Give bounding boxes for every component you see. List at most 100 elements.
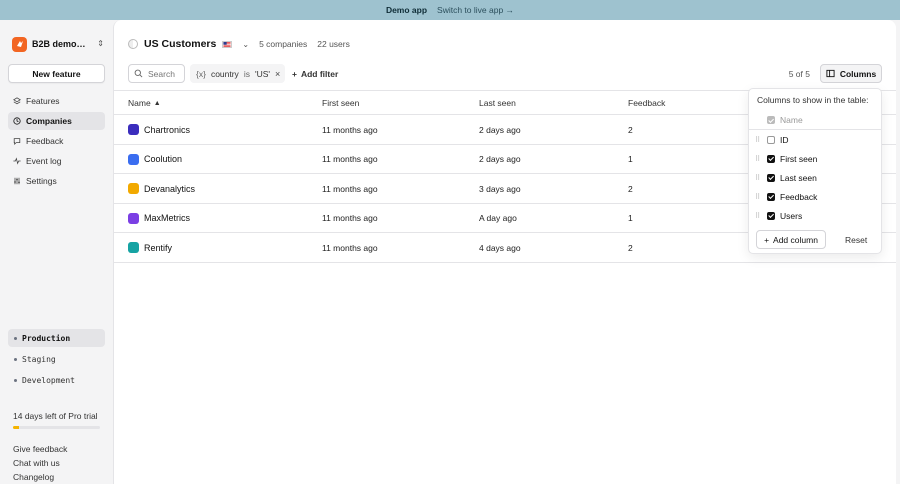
add-filter-button[interactable]: + Add filter (292, 64, 338, 83)
result-count: 5 of 5 (788, 68, 810, 79)
drag-handle-icon[interactable]: ⠿ (755, 136, 762, 144)
sidebar-item-feedback[interactable]: Feedback (8, 132, 105, 150)
drag-handle-icon[interactable]: ⠿ (755, 212, 762, 220)
cell-name: Devanalytics (128, 174, 195, 203)
column-option-users[interactable]: ⠿ Users (749, 206, 881, 225)
checkbox (767, 116, 775, 124)
env-dot-icon (14, 378, 17, 382)
braces-icon: {x} (196, 68, 206, 79)
env-development[interactable]: Development (8, 371, 105, 389)
cell-first-seen: 11 months ago (322, 154, 378, 164)
env-dot-icon (14, 336, 17, 340)
sidebar-nav: Features Companies Feedback Event log Se… (8, 92, 105, 192)
search-placeholder: Search (148, 68, 175, 79)
checkbox[interactable] (767, 173, 775, 182)
close-icon[interactable]: × (275, 69, 280, 79)
users-count: 22 users (317, 39, 350, 49)
cell-name: MaxMetrics (128, 204, 190, 233)
cell-first-seen: 11 months ago (322, 124, 378, 135)
column-header-feedback[interactable]: Feedback (628, 91, 665, 115)
add-filter-label: Add filter (300, 68, 339, 79)
cell-feedback: 1 (628, 213, 633, 223)
column-option-id[interactable]: ⠿ ID (749, 130, 881, 149)
search-input[interactable]: Search (128, 64, 185, 83)
cell-first-seen: 11 months ago (322, 213, 378, 223)
reset-button[interactable]: Reset (845, 230, 867, 249)
cell-first-seen: 11 months ago (322, 242, 378, 253)
cell-feedback: 2 (628, 124, 633, 135)
segment-header: US Customers ⌄ 5 companies 22 users (128, 37, 350, 51)
cell-first-seen: 11 months ago (322, 183, 378, 194)
env-dot-icon (14, 357, 17, 361)
sidebar-footer: Give feedback Chat with us Changelog (13, 442, 67, 484)
new-feature-button[interactable]: New feature (8, 64, 105, 83)
columns-button[interactable]: Columns (820, 64, 882, 83)
checkbox[interactable] (767, 135, 775, 144)
sidebar-item-label: Features (26, 96, 60, 106)
companies-count: 5 companies (259, 39, 308, 49)
column-option-label: First seen (780, 153, 818, 164)
company-name: Chartronics (144, 124, 191, 135)
company-logo-icon (128, 124, 139, 135)
column-header-last-seen[interactable]: Last seen (479, 91, 516, 115)
sidebar-item-label: Settings (26, 176, 57, 186)
cell-last-seen: 2 days ago (479, 154, 521, 164)
columns-popover: Columns to show in the table: Name ⠿ ID ⠿ F… (748, 88, 882, 254)
add-column-button[interactable]: + Add column (756, 230, 826, 249)
column-option-label: Name (780, 115, 803, 125)
column-option-label: Last seen (780, 172, 817, 183)
chevron-down-icon[interactable]: ⌄ (242, 40, 249, 49)
us-flag-icon (222, 40, 233, 48)
env-production[interactable]: Production (8, 329, 105, 347)
changelog-link[interactable]: Changelog (13, 470, 67, 484)
sidebar-item-companies[interactable]: Companies (8, 112, 105, 130)
cell-last-seen: A day ago (479, 213, 517, 223)
trial-progress-fill (13, 426, 20, 429)
sidebar-item-label: Event log (26, 156, 62, 166)
layers-icon (13, 97, 21, 105)
sidebar-item-settings[interactable]: Settings (8, 172, 105, 190)
segment-icon (128, 39, 138, 49)
switch-to-live-link[interactable]: Switch to live app → (437, 5, 514, 15)
filter-chip[interactable]: {x} country is 'US' × (190, 64, 285, 83)
segment-title[interactable]: US Customers (144, 38, 216, 50)
activity-icon (13, 157, 21, 165)
search-icon (134, 69, 143, 78)
drag-handle-icon[interactable]: ⠿ (755, 155, 762, 163)
plus-icon: + (764, 234, 770, 245)
drag-handle-icon[interactable]: ⠿ (755, 193, 762, 201)
app-switcher[interactable]: B2B demo a… ⇕ (12, 36, 104, 52)
column-option-last-seen[interactable]: ⠿ Last seen (749, 168, 881, 187)
column-option-feedback[interactable]: ⠿ Feedback (749, 187, 881, 206)
env-label: Production (22, 333, 71, 343)
filter-value: 'US' (254, 68, 271, 79)
sidebar-item-features[interactable]: Features (8, 92, 105, 110)
sidebar: B2B demo a… ⇕ New feature Features Compa… (0, 20, 113, 484)
cell-name: Rentify (128, 233, 172, 262)
column-option-first-seen[interactable]: ⠿ First seen (749, 149, 881, 168)
drag-handle-icon[interactable]: ⠿ (755, 174, 762, 182)
checkbox[interactable] (767, 211, 775, 220)
company-logo-icon (128, 242, 139, 253)
give-feedback-link[interactable]: Give feedback (13, 442, 67, 456)
clock-icon (13, 117, 21, 125)
env-staging[interactable]: Staging (8, 350, 105, 368)
sidebar-item-label: Companies (26, 116, 72, 126)
checkbox[interactable] (767, 192, 775, 201)
column-header-first-seen[interactable]: First seen (322, 91, 359, 115)
sidebar-item-event-log[interactable]: Event log (8, 152, 105, 170)
column-option-label: Users (780, 210, 803, 221)
column-option-name: Name (749, 111, 881, 130)
chat-with-us-link[interactable]: Chat with us (13, 456, 67, 470)
cell-name: Chartronics (128, 115, 190, 144)
columns-icon (826, 69, 835, 78)
cell-feedback: 2 (628, 242, 633, 253)
columns-label: Columns (839, 68, 877, 79)
column-header-name[interactable]: Name ▲ (128, 91, 161, 115)
env-label: Development (22, 375, 75, 385)
env-label: Staging (22, 354, 56, 364)
popover-title: Columns to show in the table: (757, 95, 869, 105)
plus-icon: + (292, 68, 297, 79)
cell-feedback: 1 (628, 154, 633, 164)
checkbox[interactable] (767, 154, 775, 163)
